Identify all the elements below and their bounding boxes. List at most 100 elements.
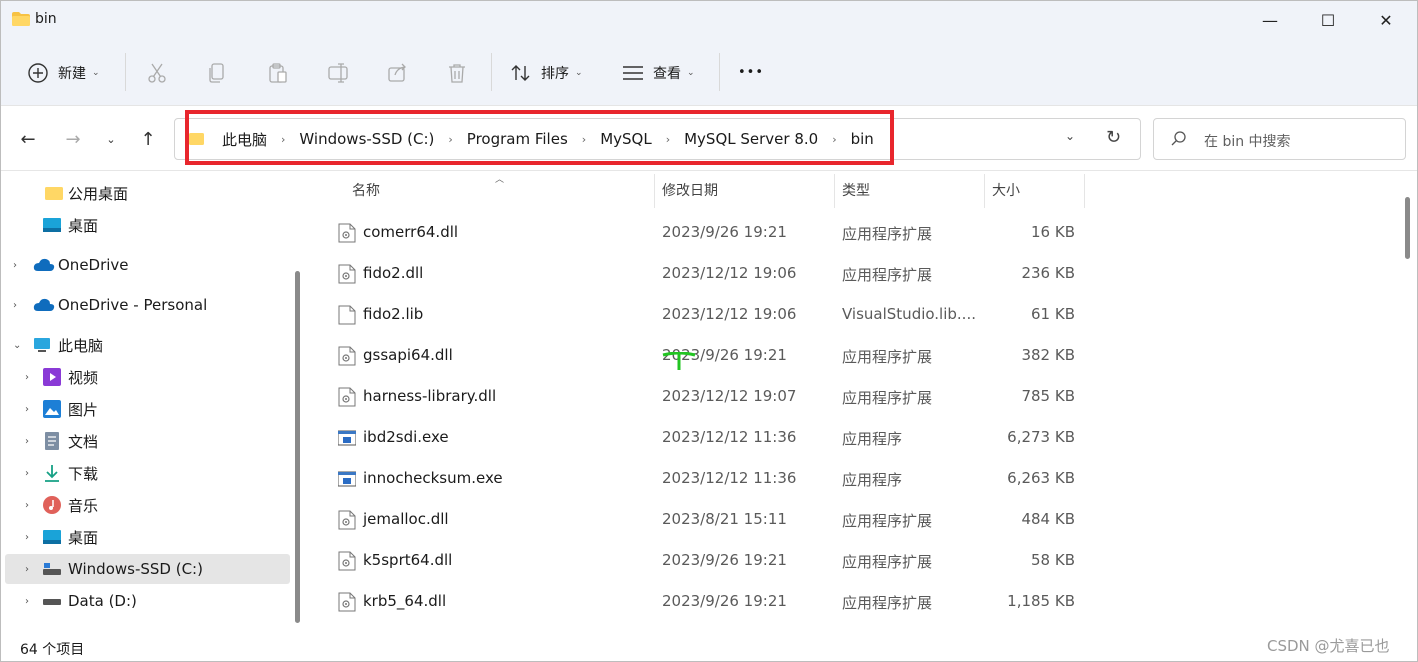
cut-button[interactable] (147, 39, 167, 106)
chevron-right-icon[interactable]: › (13, 260, 17, 271)
file-list[interactable]: ︿ 名称 修改日期 类型 大小 comerr64.dll 2023/9/26 19… (312, 172, 1397, 634)
table-row[interactable]: krb5_64.dll 2023/9/26 19:21 应用程序扩展 1,185 KB (312, 581, 1112, 622)
sidebar-item-d-drive[interactable]: › Data (D:) (5, 586, 290, 616)
file-date: 2023/8/21 15:11 (662, 510, 787, 528)
view-label: 查看 (653, 65, 681, 82)
chevron-right-icon[interactable]: › (25, 404, 29, 415)
minimize-button[interactable]: — (1241, 1, 1299, 39)
table-row[interactable]: jemalloc.dll 2023/8/21 15:11 应用程序扩展 484 KB (312, 499, 1112, 540)
file-type: VisualStudio.lib.... (842, 305, 976, 323)
chevron-right-icon[interactable]: › (25, 436, 29, 447)
copy-button[interactable] (207, 39, 227, 106)
file-size: 61 KB (1031, 305, 1075, 323)
column-date-label: 修改日期 (662, 183, 718, 199)
back-button[interactable]: ← (14, 125, 42, 153)
forward-button[interactable]: → (59, 125, 87, 153)
file-type: 应用程序 (842, 430, 903, 448)
chevron-right-icon[interactable]: › (448, 133, 452, 146)
file-list-scrollbar[interactable] (1405, 197, 1410, 259)
table-row[interactable]: harness-library.dll 2023/12/12 19:07 应用程序扩… (312, 376, 1112, 417)
close-button[interactable]: ✕ (1357, 1, 1415, 39)
title-bar[interactable]: bin — ☐ ✕ (1, 1, 1417, 39)
chevron-down-icon: ⌄ (575, 67, 583, 78)
table-row[interactable]: innochecksum.exe 2023/12/12 11:36 应用程序 6,26… (312, 458, 1112, 499)
file-date: 2023/9/26 19:21 (662, 592, 787, 610)
close-icon: ✕ (1379, 10, 1393, 30)
new-button[interactable]: 新建 ⌄ (27, 39, 100, 106)
chevron-right-icon[interactable]: › (25, 596, 29, 607)
more-button[interactable]: ••• (738, 39, 764, 106)
sidebar-item-onedrive[interactable]: › OneDrive (5, 250, 290, 280)
chevron-down-icon[interactable]: ⌄ (13, 340, 21, 351)
sidebar-item-pictures[interactable]: › 图片 (5, 394, 290, 424)
sort-button[interactable]: 排序 ⌄ (510, 39, 583, 106)
sidebar-item-label: 视频 (68, 368, 99, 387)
sidebar-item-onedrive-personal[interactable]: › OneDrive - Personal (5, 290, 290, 320)
chevron-right-icon[interactable]: › (25, 468, 29, 479)
chevron-right-icon[interactable]: › (25, 500, 29, 511)
address-dropdown-button[interactable]: ⌄ (1065, 129, 1075, 143)
crumb-program-files[interactable]: Program Files (467, 130, 568, 148)
sidebar-scrollbar[interactable] (295, 271, 300, 623)
view-button[interactable]: 查看 ⌄ (622, 39, 695, 106)
table-row[interactable]: k5sprt64.dll 2023/9/26 19:21 应用程序扩展 58 KB (312, 540, 1112, 581)
table-row[interactable]: gssapi64.dll 2023/9/26 19:21 应用程序扩展 382 KB (312, 335, 1112, 376)
navigation-pane[interactable]: 公用桌面 桌面 › OneDrive › OneDrive - Personal… (1, 172, 306, 634)
chevron-right-icon[interactable]: › (25, 564, 29, 575)
file-icon (338, 346, 356, 366)
chevron-right-icon[interactable]: › (25, 532, 29, 543)
sidebar-item-label: 此电脑 (58, 336, 104, 355)
sidebar-item-c-drive[interactable]: › Windows-SSD (C:) (5, 554, 290, 584)
crumb-bin[interactable]: bin (851, 130, 874, 148)
chevron-right-icon[interactable]: › (13, 300, 17, 311)
chevron-right-icon[interactable]: › (25, 372, 29, 383)
sidebar-item-downloads[interactable]: › 下载 (5, 458, 290, 488)
crumb-mysql-server[interactable]: MySQL Server 8.0 (684, 130, 818, 148)
rename-button[interactable] (327, 39, 349, 106)
table-row[interactable]: fido2.dll 2023/12/12 19:06 应用程序扩展 236 KB (312, 253, 1112, 294)
column-header-type[interactable]: 类型 (842, 172, 870, 208)
window-title: bin (35, 11, 57, 27)
arrow-up-icon: ↑ (140, 128, 156, 150)
cloud-icon (33, 258, 55, 271)
crumb-this-pc[interactable]: 此电脑 (222, 129, 267, 150)
address-bar[interactable]: 此电脑 › Windows-SSD (C:) › Program Files ›… (174, 118, 1141, 160)
sidebar-item-desktop[interactable]: 桌面 (5, 210, 290, 240)
sidebar-item-public-desktop[interactable]: 公用桌面 (5, 178, 290, 208)
sidebar-item-documents[interactable]: › 文档 (5, 426, 290, 456)
table-row[interactable]: ibd2sdi.exe 2023/12/12 11:36 应用程序 6,273 KB (312, 417, 1112, 458)
sidebar-item-videos[interactable]: › 视频 (5, 362, 290, 392)
file-date: 2023/12/12 19:06 (662, 305, 797, 323)
search-box[interactable]: 在 bin 中搜索 (1153, 118, 1406, 160)
share-button[interactable] (387, 39, 409, 106)
chevron-right-icon[interactable]: › (582, 133, 586, 146)
chevron-right-icon[interactable]: › (832, 133, 836, 146)
crumb-c-drive[interactable]: Windows-SSD (C:) (299, 130, 434, 148)
file-size: 6,263 KB (1007, 469, 1075, 487)
column-divider[interactable] (654, 174, 655, 208)
column-divider[interactable] (984, 174, 985, 208)
sort-icon (511, 64, 530, 81)
column-header-date[interactable]: 修改日期 (662, 172, 718, 208)
file-type: 应用程序扩展 (842, 266, 933, 284)
column-header-name[interactable]: 名称 (352, 172, 380, 208)
delete-button[interactable] (447, 39, 467, 106)
maximize-button[interactable]: ☐ (1299, 1, 1357, 39)
file-type: 应用程序扩展 (842, 225, 933, 243)
sidebar-item-desktop-2[interactable]: › 桌面 (5, 522, 290, 552)
column-divider[interactable] (834, 174, 835, 208)
column-header-size[interactable]: 大小 (992, 172, 1020, 208)
table-row[interactable]: comerr64.dll 2023/9/26 19:21 应用程序扩展 16 KB (312, 212, 1112, 253)
chevron-right-icon[interactable]: › (666, 133, 670, 146)
crumb-mysql[interactable]: MySQL (600, 130, 652, 148)
table-row[interactable]: fido2.lib 2023/12/12 19:06 VisualStudio.li… (312, 294, 1112, 335)
sidebar-item-music[interactable]: › 音乐 (5, 490, 290, 520)
column-divider[interactable] (1084, 174, 1085, 208)
recent-locations-button[interactable]: ⌄ (97, 125, 125, 153)
refresh-icon[interactable]: ↻ (1106, 127, 1121, 148)
chevron-right-icon[interactable]: › (281, 133, 285, 146)
up-button[interactable]: ↑ (134, 125, 162, 153)
paste-button[interactable] (267, 39, 289, 106)
sidebar-item-this-pc[interactable]: ⌄ 此电脑 (5, 330, 290, 360)
search-input[interactable]: 在 bin 中搜索 (1204, 131, 1291, 151)
